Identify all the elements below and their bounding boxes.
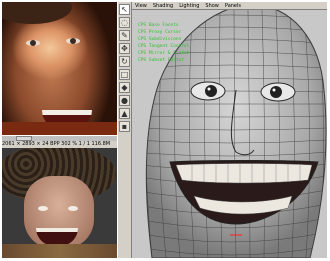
menu-lighting[interactable]: Lighting — [179, 2, 199, 9]
cps-item[interactable]: CPS Tangent Control — [138, 43, 189, 50]
eye-left — [190, 81, 226, 101]
photo-eye-right — [68, 206, 78, 211]
photo-scarf — [2, 244, 117, 258]
paint-icon[interactable]: ✎ — [119, 30, 130, 41]
eye-right — [260, 82, 296, 102]
menu-view[interactable]: View — [135, 2, 147, 9]
image-status-bar: 2061 × 2893 × 24 BPP 302 % 1 / 1 116.8M — [2, 141, 117, 148]
photo-shirt — [2, 122, 117, 135]
lasso-icon[interactable]: ◌ — [119, 17, 130, 28]
3d-viewport[interactable]: View Shading Lighting Show Panels CPS Ba… — [132, 2, 327, 258]
screenshot-frame: 2061 × 2893 × 24 BPP 302 % 1 / 1 116.8M … — [2, 2, 327, 258]
cps-item[interactable]: CPS Subdivisions — [138, 36, 189, 43]
move-icon[interactable]: ✥ — [119, 43, 130, 54]
select-icon[interactable]: ↖ — [119, 4, 130, 15]
manipulator-icon[interactable]: ◆ — [119, 82, 130, 93]
photo-eye-left — [38, 206, 48, 211]
photo-eye-left — [26, 40, 40, 46]
tool-box: ↖ ◌ ✎ ✥ ↻ □ ◆ ● ▲ ▪ — [117, 2, 132, 258]
menu-panels[interactable]: Panels — [225, 2, 241, 9]
cps-item[interactable]: CPS Subset Editor — [138, 57, 189, 64]
photo-hair — [2, 2, 72, 24]
reference-photo-front — [2, 2, 117, 135]
menu-show[interactable]: Show — [205, 2, 219, 9]
cps-menu: CPS Base Facets CPS Proxy Cursor CPS Sub… — [138, 22, 189, 64]
soft-mod-icon[interactable]: ● — [119, 95, 130, 106]
head-wireframe-scene[interactable]: CPS Base Facets CPS Proxy Cursor CPS Sub… — [132, 4, 327, 258]
cps-item[interactable]: CPS Mirror & Stitch — [138, 50, 189, 57]
rotate-icon[interactable]: ↻ — [119, 56, 130, 67]
menu-shading[interactable]: Shading — [153, 2, 173, 9]
reference-photo-grin — [2, 148, 117, 258]
viewport-menubar: View Shading Lighting Show Panels — [132, 2, 327, 10]
photo-eye-right — [66, 38, 80, 44]
last-tool-icon[interactable]: ▪ — [119, 121, 130, 132]
cps-item[interactable]: CPS Base Facets — [138, 22, 189, 29]
show-manipulator-icon[interactable]: ▲ — [119, 108, 130, 119]
scale-icon[interactable]: □ — [119, 69, 130, 80]
cps-item[interactable]: CPS Proxy Cursor — [138, 29, 189, 36]
